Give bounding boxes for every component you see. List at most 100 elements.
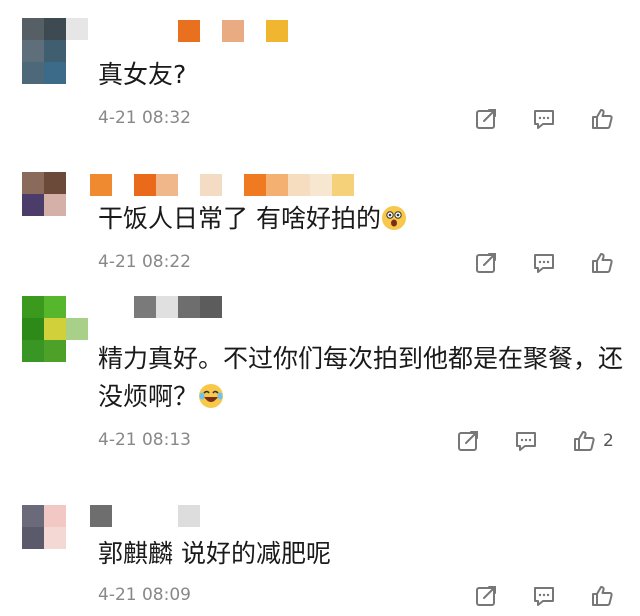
comment-item: 精力真好。不过你们每次拍到他都是在聚餐，还没烦啊？ 4-21 08:13 2 xyxy=(0,290,640,465)
username-pixel xyxy=(134,174,156,196)
avatar-pixel xyxy=(44,172,66,194)
like-icon[interactable] xyxy=(589,583,615,609)
avatar[interactable] xyxy=(22,296,88,362)
username-pixel xyxy=(200,296,222,318)
shocked-face-emoji xyxy=(381,206,406,230)
username-pixel xyxy=(178,174,200,196)
avatar-pixel xyxy=(22,296,44,318)
username-pixel xyxy=(310,174,332,196)
like-icon[interactable] xyxy=(571,428,597,454)
like-icon[interactable] xyxy=(589,250,615,276)
comment-text: 郭麒麟 说好的减肥呢 xyxy=(98,539,331,568)
comment-item: 干饭人日常了 有啥好拍的 4-21 08:22 xyxy=(0,160,640,290)
avatar-pixel xyxy=(22,216,44,238)
username-pixel xyxy=(178,20,200,42)
username-pixel xyxy=(222,174,244,196)
laughing-tears-emoji xyxy=(199,384,224,408)
avatar-pixel xyxy=(22,318,44,340)
avatar-pixel xyxy=(66,18,88,40)
avatar-pixel xyxy=(66,549,88,571)
comment-time: 4-21 08:09 xyxy=(98,585,191,605)
username-blurred[interactable] xyxy=(134,296,222,318)
comment-text: 精力真好。不过你们每次拍到他都是在聚餐，还没烦啊？ xyxy=(98,344,624,411)
username-pixel xyxy=(244,20,266,42)
avatar[interactable] xyxy=(22,505,88,571)
avatar-pixel xyxy=(66,40,88,62)
username-pixel xyxy=(134,505,156,527)
avatar-pixel xyxy=(44,296,66,318)
avatar-pixel xyxy=(44,18,66,40)
like-icon[interactable] xyxy=(589,106,615,132)
username-blurred[interactable] xyxy=(90,174,354,196)
avatar-pixel xyxy=(22,18,44,40)
avatar-pixel xyxy=(22,62,44,84)
share-icon[interactable] xyxy=(455,428,481,454)
username-blurred[interactable] xyxy=(90,505,200,527)
username-pixel xyxy=(244,174,266,196)
comment-time: 4-21 08:22 xyxy=(98,252,191,272)
avatar-pixel xyxy=(22,340,44,362)
avatar-pixel xyxy=(44,194,66,216)
username-pixel xyxy=(90,174,112,196)
comment-item: 郭麒麟 说好的减肥呢 4-21 08:09 xyxy=(0,495,640,616)
avatar-pixel xyxy=(44,318,66,340)
avatar-pixel xyxy=(44,505,66,527)
comment-text: 真女友? xyxy=(98,60,187,89)
comment-text: 干饭人日常了 有啥好拍的 xyxy=(98,200,628,238)
comment-actions xyxy=(473,250,615,276)
share-icon[interactable] xyxy=(473,583,499,609)
avatar-pixel xyxy=(66,62,88,84)
username-pixel xyxy=(134,296,156,318)
username-pixel xyxy=(200,20,222,42)
username-pixel xyxy=(222,20,244,42)
avatar-pixel xyxy=(66,194,88,216)
avatar-pixel xyxy=(22,194,44,216)
share-icon[interactable] xyxy=(473,106,499,132)
comment-time: 4-21 08:13 xyxy=(98,430,191,450)
like-count: 2 xyxy=(603,431,614,451)
comment-item: 真女友? 4-21 08:32 xyxy=(0,0,640,140)
username-pixel xyxy=(156,174,178,196)
username-pixel xyxy=(156,296,178,318)
avatar-pixel xyxy=(66,172,88,194)
username-pixel xyxy=(288,174,310,196)
username-pixel xyxy=(200,174,222,196)
avatar-pixel xyxy=(22,172,44,194)
username-pixel xyxy=(178,296,200,318)
avatar[interactable] xyxy=(22,172,88,238)
username-pixel xyxy=(266,174,288,196)
username-pixel xyxy=(112,505,134,527)
avatar-pixel xyxy=(66,527,88,549)
comment-actions: 2 xyxy=(455,428,614,454)
avatar-pixel xyxy=(66,296,88,318)
avatar-pixel xyxy=(66,216,88,238)
username-pixel xyxy=(178,505,200,527)
avatar-pixel xyxy=(44,340,66,362)
reply-icon[interactable] xyxy=(513,428,539,454)
username-pixel xyxy=(332,174,354,196)
reply-icon[interactable] xyxy=(531,250,557,276)
reply-icon[interactable] xyxy=(531,583,557,609)
avatar[interactable] xyxy=(22,18,88,84)
username-pixel xyxy=(112,174,134,196)
reply-icon[interactable] xyxy=(531,106,557,132)
comment-actions xyxy=(473,106,615,132)
comment-time: 4-21 08:32 xyxy=(98,108,191,128)
avatar-pixel xyxy=(44,527,66,549)
avatar-pixel xyxy=(44,62,66,84)
avatar-pixel xyxy=(66,318,88,340)
avatar-pixel xyxy=(44,40,66,62)
avatar-pixel xyxy=(22,549,44,571)
avatar-pixel xyxy=(66,505,88,527)
avatar-pixel xyxy=(22,527,44,549)
avatar-pixel xyxy=(66,340,88,362)
username-pixel xyxy=(156,20,178,42)
username-blurred[interactable] xyxy=(156,20,288,42)
username-pixel xyxy=(156,505,178,527)
avatar-pixel xyxy=(22,505,44,527)
share-icon[interactable] xyxy=(473,250,499,276)
comment-actions xyxy=(473,583,615,609)
username-pixel xyxy=(266,20,288,42)
avatar-pixel xyxy=(44,216,66,238)
avatar-pixel xyxy=(22,40,44,62)
